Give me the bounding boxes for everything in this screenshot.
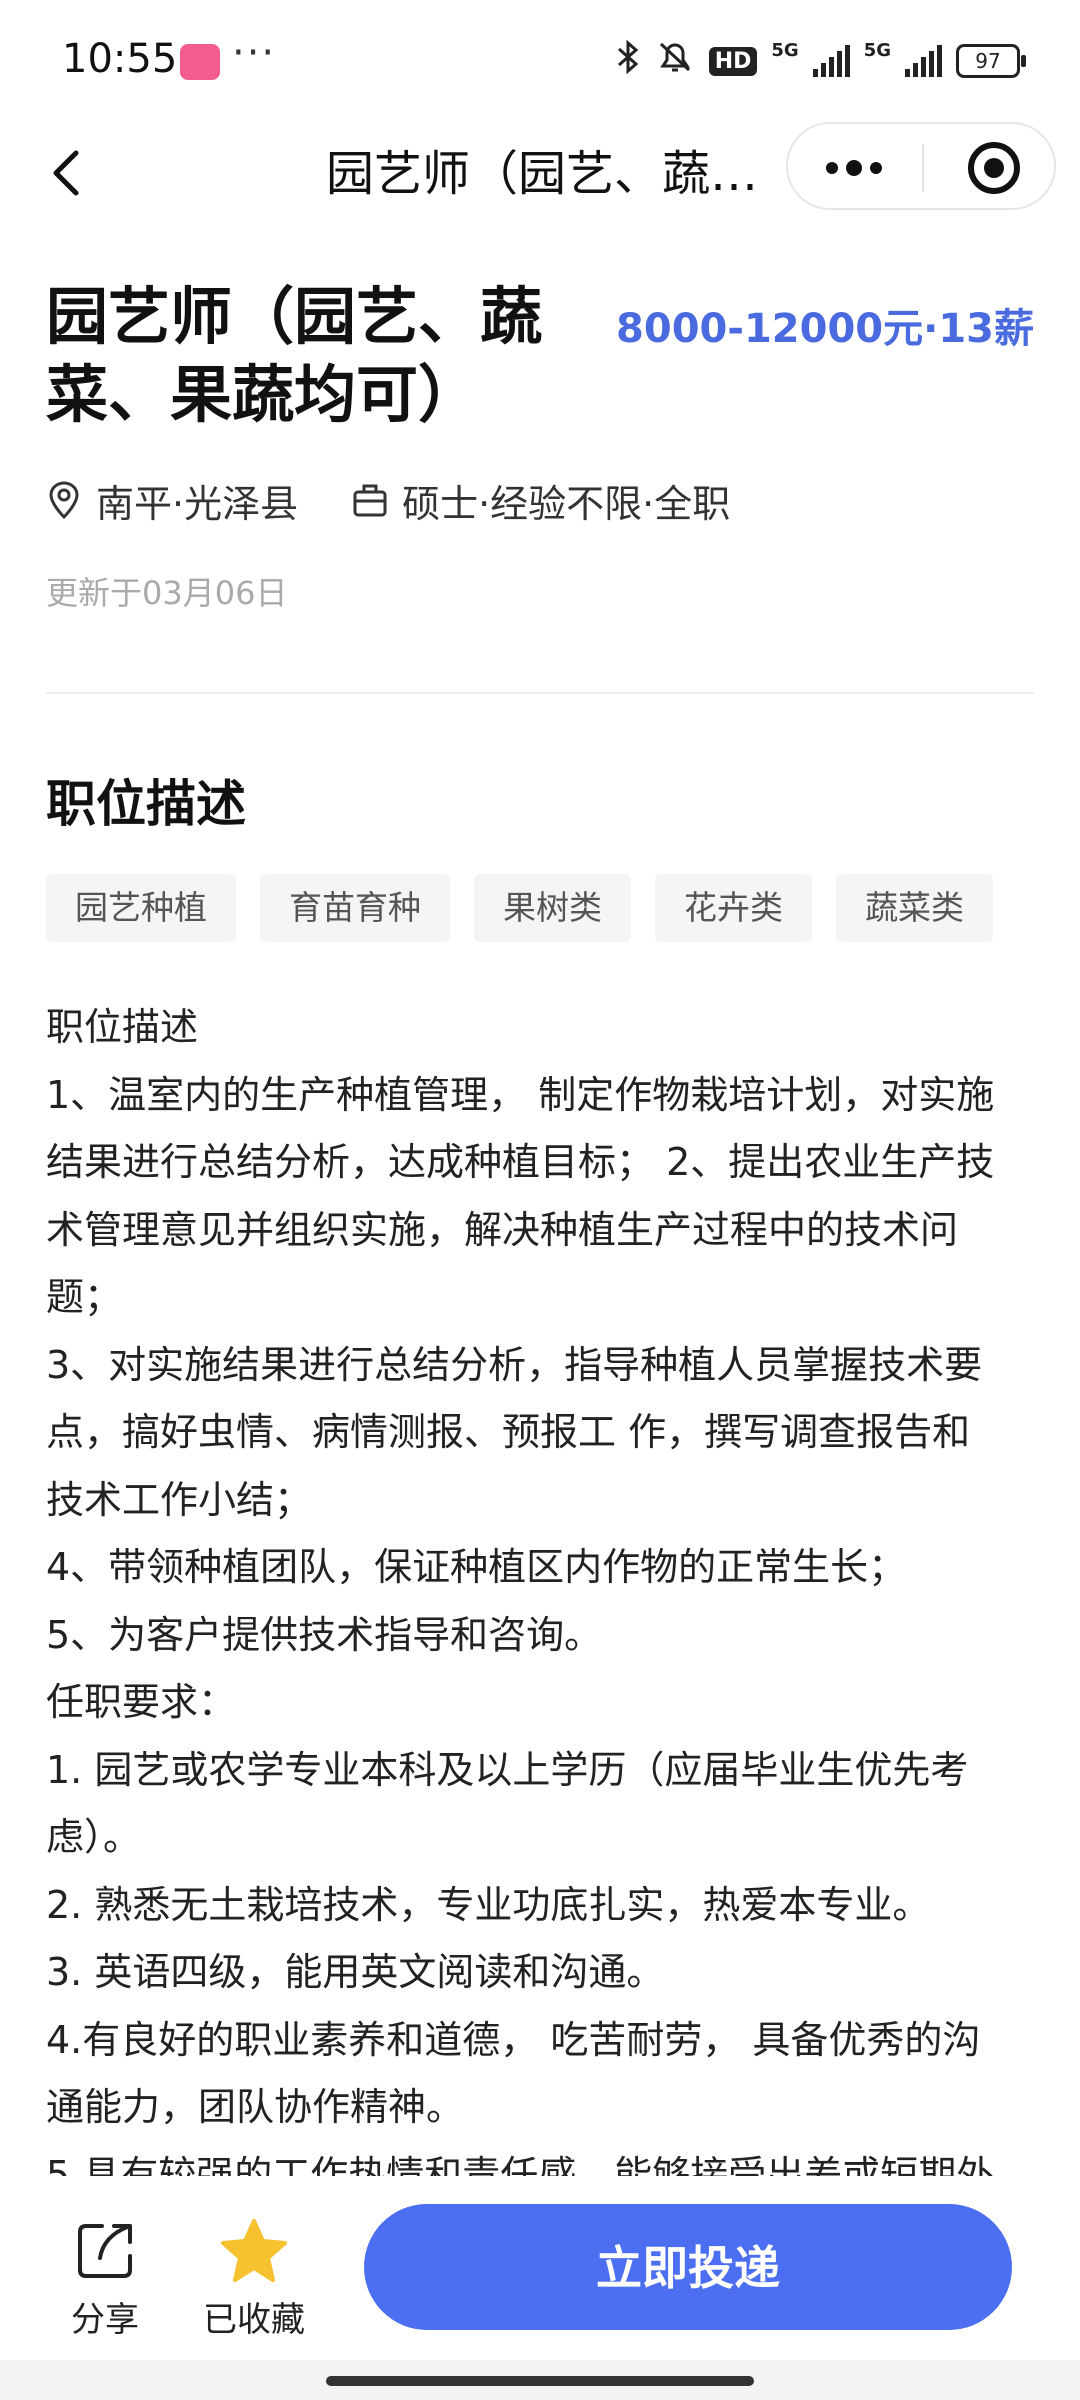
nav-title: 园艺师（园艺、蔬… [326, 146, 759, 202]
status-icons: HD 5G 5G 97 [615, 39, 1026, 82]
tag-item: 园艺种植 [46, 874, 236, 942]
bottom-action-bar: 分享 已收藏 立即投递 [0, 2176, 1080, 2360]
home-indicator[interactable] [326, 2376, 754, 2386]
description-line: 题； [46, 1275, 123, 1319]
description-line: 1. 园艺或农学专业本科及以上学历（应届毕业生优先考 [46, 1747, 969, 1792]
signal-icon [905, 45, 942, 77]
description-line: 通能力，团队协作精神。 [46, 2085, 465, 2129]
job-location: 南平·光泽县 [96, 481, 299, 526]
bilibili-app-icon [180, 44, 220, 80]
skill-tags: 园艺种植 育苗育种 果树类 花卉类 蔬菜类 [46, 874, 993, 942]
gesture-bar [0, 2360, 1080, 2400]
share-label: 分享 [71, 2300, 139, 2340]
target-close-icon[interactable] [968, 142, 1020, 194]
description-line: 3. 英语四级，能用英文阅读和沟通。 [46, 1950, 665, 1994]
job-title: 园艺师（园艺、蔬菜、果蔬均可） [46, 280, 543, 431]
job-meta: 南平·光泽县 硕士·经验不限·全职 [46, 472, 730, 528]
description-line: 5、为客户提供技术指导和咨询。 [46, 1612, 603, 1657]
mute-icon [655, 40, 695, 82]
favorite-button[interactable]: 已收藏 [196, 2214, 312, 2341]
network-type-2: 5G [863, 40, 891, 61]
description-line: 结果进行总结分析，达成种植目标； 2、提出农业生产技 [46, 1140, 995, 1184]
signal-icon [812, 45, 850, 77]
tag-item: 花卉类 [655, 874, 812, 942]
description-line: 3、对实施结果进行总结分析，指导种植人员掌握技术要 [46, 1342, 983, 1387]
more-dots-icon[interactable] [818, 148, 890, 188]
job-salary: 8000-12000元·13薪 [616, 306, 1034, 352]
job-detail-page: 10:55 ··· HD 5G 5G 97 园艺师（园艺、蔬… 园艺师（园艺、蔬… [0, 0, 1080, 2400]
briefcase-icon [353, 484, 387, 517]
chevron-left-icon [53, 150, 79, 196]
description-line: 1、温室内的生产种植管理， 制定作物栽培计划，对实施 [46, 1072, 995, 1117]
tag-item: 蔬菜类 [836, 874, 993, 942]
hd-badge: HD [708, 46, 758, 76]
job-requirements: 硕士·经验不限·全职 [402, 481, 731, 526]
tag-item: 育苗育种 [260, 874, 450, 942]
back-button[interactable] [40, 138, 100, 208]
description-line: 技术工作小结； [46, 1477, 313, 1522]
share-icon [78, 2224, 132, 2278]
location-pin-icon [49, 481, 79, 520]
apply-button[interactable]: 立即投递 [364, 2204, 1012, 2330]
description-line: 虑）。 [46, 1815, 142, 1859]
star-icon [221, 2219, 287, 2282]
description-line: 术管理意见并组织实施，解决种植生产过程中的技术问 [46, 1207, 959, 1252]
tag-item: 果树类 [474, 874, 631, 942]
status-time: 10:55 [62, 36, 178, 82]
update-time: 更新于03月06日 [46, 574, 288, 612]
description-line: 任职要求： [46, 1680, 237, 1724]
nav-bar: 园艺师（园艺、蔬… [0, 120, 1080, 230]
share-button[interactable]: 分享 [60, 2214, 150, 2341]
section-title: 职位描述 [46, 775, 246, 833]
capsule-divider [922, 144, 924, 192]
status-bar: 10:55 ··· HD 5G 5G 97 [0, 0, 1080, 120]
description-line: 点，搞好虫情、病情测报、预报工 作，撰写调查报告和 [46, 1410, 971, 1454]
description-line: 4.有良好的职业素养和道德， 吃苦耐劳， 具备优秀的沟 [46, 2017, 981, 2062]
battery-icon: 97 [956, 44, 1026, 78]
description-line: 职位描述 [46, 1005, 199, 1049]
job-description: 职位描述 1、温室内的生产种植管理， 制定作物栽培计划，对实施 结果进行总结分析… [46, 994, 1036, 2209]
divider [46, 692, 1034, 694]
favorite-label: 已收藏 [203, 2300, 305, 2340]
description-line: 2. 熟悉无土栽培技术，专业功底扎实，热爱本专业。 [46, 1882, 931, 1927]
network-type-1: 5G [771, 40, 799, 61]
more-notifications-icon: ··· [232, 30, 277, 76]
description-line: 4、带领种植团队，保证种植区内作物的正常生长； [46, 1545, 907, 1589]
bluetooth-icon [615, 39, 641, 82]
mini-program-capsule [786, 122, 1056, 210]
